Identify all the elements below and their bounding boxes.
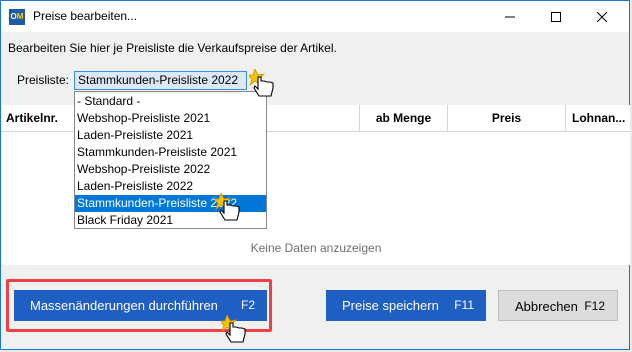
cancel-shortcut: F12 [584,299,605,313]
app-logo-icon: OM [9,9,25,25]
column-header-lohnanteil[interactable]: Lohnan... [566,105,630,131]
maximize-button[interactable] [533,1,579,32]
description-text: Bearbeiten Sie hier je Preisliste die Ve… [8,41,337,55]
minimize-button[interactable] [487,1,533,32]
pricelist-label: Preisliste: [17,73,70,87]
cancel-button[interactable]: Abbrechen F12 [498,290,618,321]
dropdown-option[interactable]: Webshop-Preisliste 2022 [75,161,266,178]
mass-change-label: Massenänderungen durchführen [30,298,218,313]
save-prices-button[interactable]: Preise speichern F11 [326,290,486,321]
title-bar[interactable]: OM Preise bearbeiten... [1,1,629,32]
column-header-ab-menge[interactable]: ab Menge [360,105,448,131]
dropdown-option[interactable]: Stammkunden-Preisliste 2021 [75,144,266,161]
pricelist-select[interactable]: Stammkunden-Preisliste 2022 [74,71,247,90]
dropdown-option[interactable]: Laden-Preisliste 2021 [75,127,266,144]
window-title: Preise bearbeiten... [33,9,138,23]
column-header-preis[interactable]: Preis [448,105,566,131]
hand-cursor-icon [215,193,240,221]
dropdown-option[interactable]: Webshop-Preisliste 2021 [75,110,266,127]
dropdown-option[interactable]: - Standard - [75,93,266,110]
dialog-window: OM Preise bearbeiten... Bearbeiten Sie h… [0,0,630,350]
save-prices-label: Preise speichern [342,298,439,313]
hand-cursor-icon [249,69,274,97]
maximize-icon [551,11,561,22]
hand-cursor-icon [221,315,246,343]
cancel-label: Abbrechen [515,299,578,314]
close-icon [597,11,607,22]
empty-table-message: Keine Daten anzuzeigen [250,241,382,255]
close-button[interactable] [579,1,625,32]
minimize-icon [505,16,515,17]
save-prices-shortcut: F11 [454,298,474,312]
